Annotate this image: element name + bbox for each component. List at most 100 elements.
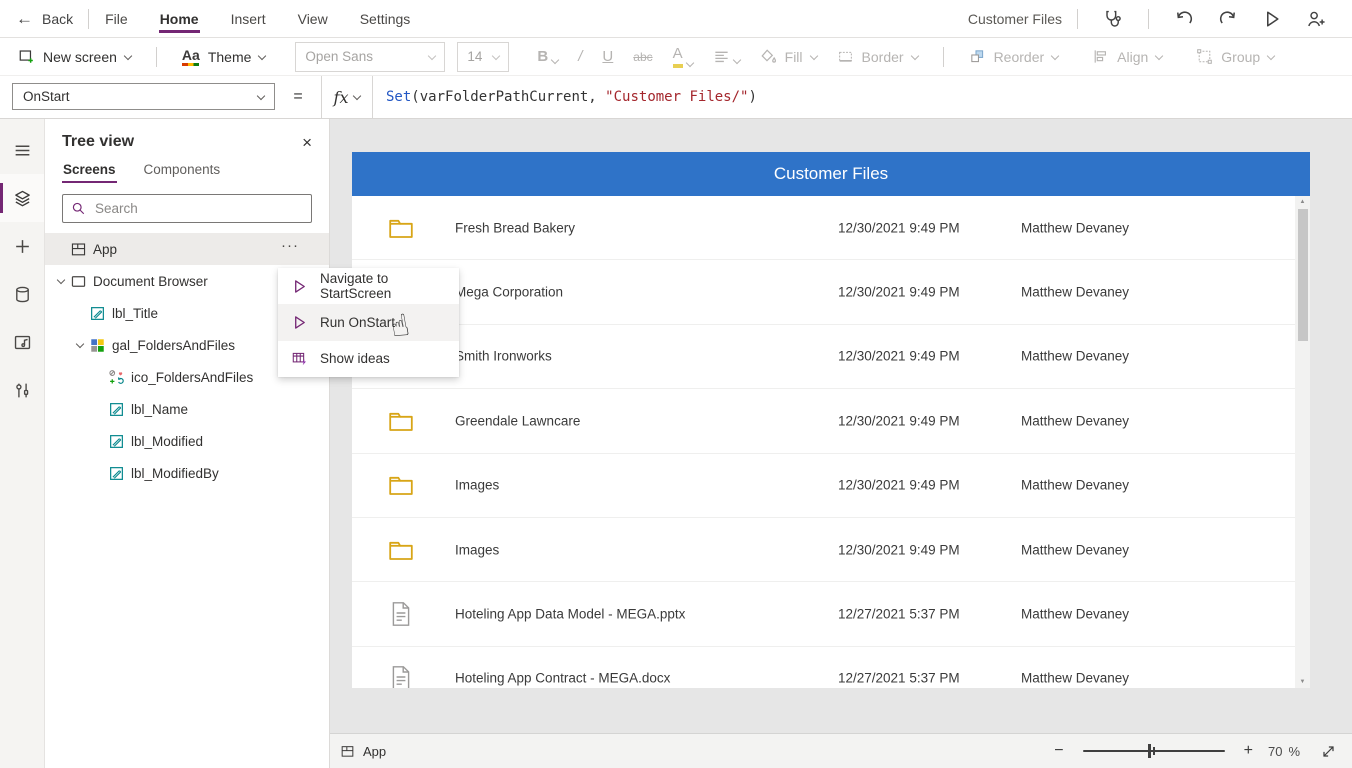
item-options-button[interactable]: ··· bbox=[281, 237, 299, 254]
menu-item[interactable]: Settings bbox=[359, 1, 412, 36]
gallery-row[interactable]: Images 12/30/2021 9:49 PM Matthew Devane… bbox=[352, 454, 1310, 518]
item-modified-by: Matthew Devaney bbox=[1021, 413, 1129, 428]
file-icon bbox=[390, 665, 412, 688]
italic-button[interactable]: / bbox=[568, 48, 592, 65]
advanced-tools-icon bbox=[13, 381, 32, 400]
chevron-down-icon bbox=[685, 58, 693, 66]
font-color-button[interactable]: A bbox=[663, 46, 703, 68]
tree-item[interactable]: lbl_Modified bbox=[45, 425, 329, 457]
context-menu-item[interactable]: Run OnStart bbox=[278, 304, 459, 340]
tree-tab[interactable]: Screens bbox=[62, 155, 117, 185]
rail-item[interactable] bbox=[0, 126, 44, 174]
label-pencil-icon bbox=[89, 305, 106, 322]
property-select[interactable]: OnStart bbox=[12, 83, 275, 110]
share-person-icon[interactable] bbox=[1306, 9, 1326, 29]
preview-play-icon[interactable] bbox=[1262, 9, 1282, 29]
scroll-up-icon[interactable]: ▲ bbox=[1295, 196, 1310, 208]
current-screen-indicator[interactable]: App bbox=[340, 744, 386, 759]
search-input[interactable] bbox=[93, 200, 303, 217]
fill-button[interactable]: Fill bbox=[750, 41, 827, 73]
rail-item[interactable] bbox=[0, 222, 44, 270]
app-screen-canvas[interactable]: Customer Files Fresh Bread Bakery 12/30/… bbox=[352, 152, 1310, 688]
context-menu-item[interactable]: Show ideas bbox=[278, 341, 459, 377]
align-button[interactable]: Align bbox=[1082, 41, 1172, 73]
rail-item[interactable] bbox=[0, 366, 44, 414]
chevron-down-icon bbox=[1051, 51, 1059, 59]
tree-search-box[interactable] bbox=[62, 194, 312, 223]
scrollbar-thumb[interactable] bbox=[1298, 209, 1308, 341]
expand-chevron-icon[interactable] bbox=[53, 277, 69, 285]
status-bar: App − + 70% bbox=[330, 733, 1352, 768]
scroll-down-icon[interactable]: ▼ bbox=[1295, 676, 1310, 688]
rail-item[interactable] bbox=[0, 174, 44, 222]
fx-button[interactable]: fx bbox=[321, 76, 373, 118]
item-modified-by: Matthew Devaney bbox=[1021, 220, 1129, 235]
formula-input[interactable]: Set (varFolderPathCurrent, "Customer Fil… bbox=[373, 76, 757, 118]
group-box-icon bbox=[1196, 48, 1213, 65]
menu-item[interactable]: View bbox=[297, 1, 329, 36]
zoom-slider-handle[interactable] bbox=[1148, 744, 1151, 758]
gallery-scrollbar[interactable]: ▲ ▼ bbox=[1295, 196, 1310, 688]
back-label: Back bbox=[42, 11, 73, 27]
item-modified-date: 12/30/2021 9:49 PM bbox=[838, 413, 960, 428]
tree-item[interactable]: lbl_Name bbox=[45, 393, 329, 425]
group-button[interactable]: Group bbox=[1186, 41, 1284, 73]
formula-segment: "Customer Files/" bbox=[605, 89, 748, 105]
item-modified-date: 12/27/2021 5:37 PM bbox=[838, 671, 960, 686]
item-modified-by: Matthew Devaney bbox=[1021, 671, 1129, 686]
gallery-row[interactable]: Mega Corporation 12/30/2021 9:49 PM Matt… bbox=[352, 260, 1310, 324]
gallery-icon bbox=[89, 337, 106, 354]
tree-item[interactable]: App ··· bbox=[45, 233, 329, 265]
gallery-row[interactable]: Fresh Bread Bakery 12/30/2021 9:49 PM Ma… bbox=[352, 196, 1310, 260]
menu-item[interactable]: Insert bbox=[230, 1, 267, 36]
menu-item[interactable]: File bbox=[104, 1, 129, 36]
zoom-in-button[interactable]: + bbox=[1244, 743, 1253, 759]
item-modified-by: Matthew Devaney bbox=[1021, 349, 1129, 364]
expand-chevron-icon[interactable] bbox=[72, 341, 88, 349]
context-menu-item[interactable]: Navigate to StartScreen bbox=[278, 268, 459, 304]
gallery-row[interactable]: Images 12/30/2021 9:49 PM Matthew Devane… bbox=[352, 518, 1310, 582]
gallery-row[interactable]: Smith Ironworks 12/30/2021 9:49 PM Matth… bbox=[352, 325, 1310, 389]
text-align-button[interactable] bbox=[703, 48, 750, 65]
new-screen-button[interactable]: New screen bbox=[8, 41, 141, 73]
zoom-slider[interactable] bbox=[1083, 750, 1225, 752]
font-size-select[interactable]: 14 bbox=[457, 42, 509, 72]
menu-item[interactable]: Home bbox=[159, 1, 200, 36]
divider bbox=[1148, 9, 1149, 29]
app-grid-icon bbox=[340, 744, 355, 759]
chevron-down-icon bbox=[732, 56, 740, 64]
gallery-row[interactable]: Greendale Lawncare 12/30/2021 9:49 PM Ma… bbox=[352, 389, 1310, 453]
rail-item[interactable] bbox=[0, 318, 44, 366]
item-modified-date: 12/30/2021 9:49 PM bbox=[838, 220, 960, 235]
zoom-level: 70% bbox=[1268, 744, 1300, 759]
chevron-down-icon bbox=[910, 51, 918, 59]
gallery-row[interactable]: Hoteling App Data Model - MEGA.pptx 12/2… bbox=[352, 582, 1310, 646]
panel-title: Tree view bbox=[62, 133, 134, 151]
tree-tab[interactable]: Components bbox=[143, 155, 222, 185]
underline-button[interactable]: U bbox=[592, 48, 623, 65]
item-modified-date: 12/27/2021 5:37 PM bbox=[838, 607, 960, 622]
screen-title-bar[interactable]: Customer Files bbox=[352, 152, 1310, 196]
theme-button[interactable]: Aa Theme bbox=[172, 41, 275, 73]
gallery-row[interactable]: Hoteling App Contract - MEGA.docx 12/27/… bbox=[352, 647, 1310, 688]
border-button[interactable]: Border bbox=[827, 41, 928, 73]
app-title: Customer Files bbox=[968, 11, 1062, 27]
strikethrough-button[interactable]: abc bbox=[623, 50, 662, 64]
label-pencil-icon bbox=[108, 433, 125, 450]
item-modified-date: 12/30/2021 9:49 PM bbox=[838, 285, 960, 300]
app-checker-icon[interactable] bbox=[1103, 9, 1123, 29]
expand-diagonal-icon[interactable] bbox=[1321, 744, 1336, 759]
redo-icon[interactable] bbox=[1218, 9, 1238, 29]
rail-item[interactable] bbox=[0, 270, 44, 318]
item-name: Hoteling App Data Model - MEGA.pptx bbox=[455, 607, 685, 622]
undo-icon[interactable] bbox=[1174, 9, 1194, 29]
reorder-button[interactable]: Reorder bbox=[959, 41, 1069, 73]
back-button[interactable]: ← Back bbox=[16, 10, 73, 27]
divider bbox=[88, 9, 89, 29]
bold-button[interactable]: B bbox=[527, 48, 568, 65]
font-family-select[interactable]: Open Sans bbox=[295, 42, 445, 72]
close-icon[interactable]: × bbox=[302, 134, 312, 151]
left-navigation-rail bbox=[0, 119, 45, 768]
zoom-out-button[interactable]: − bbox=[1054, 743, 1063, 759]
tree-item[interactable]: lbl_ModifiedBy bbox=[45, 457, 329, 489]
